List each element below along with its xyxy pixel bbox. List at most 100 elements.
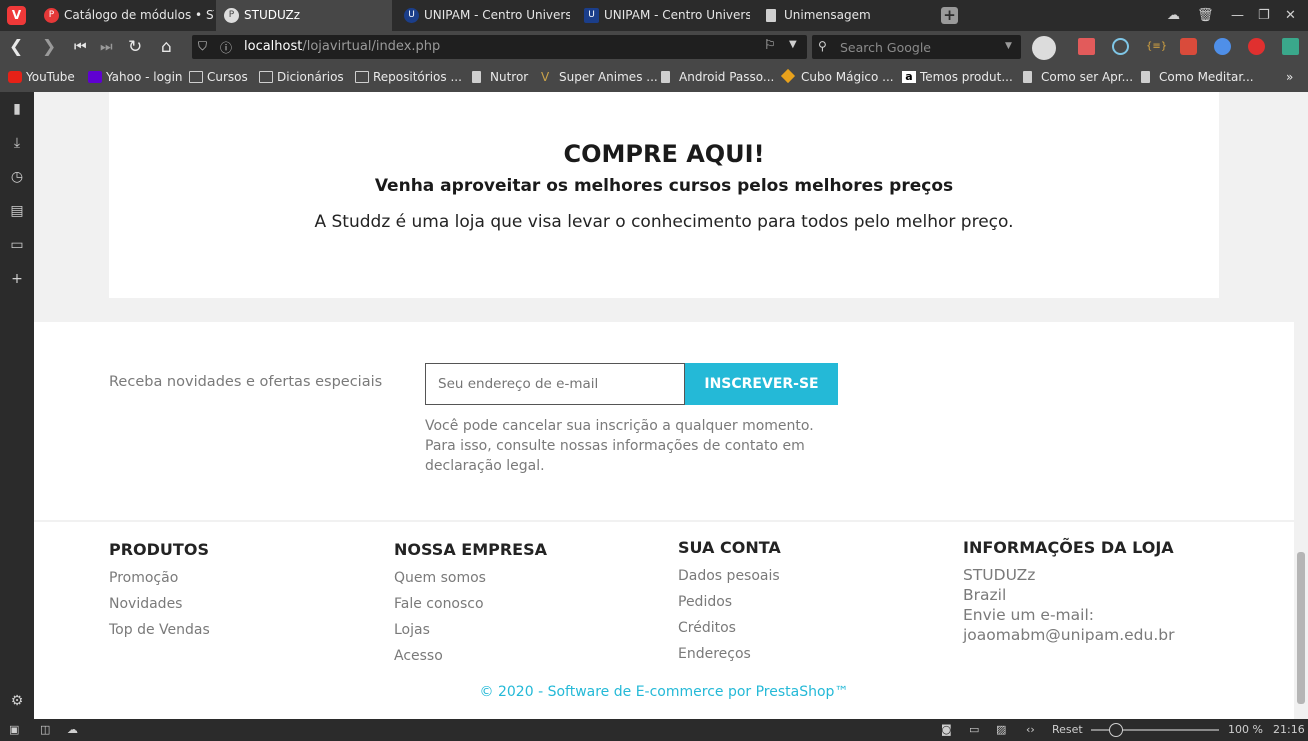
prestashop-favicon-icon: P (44, 8, 59, 23)
footer-link-novidades[interactable]: Novidades (109, 596, 182, 612)
tab-studuzz[interactable]: P STUDUZz (216, 0, 392, 31)
close-window-icon[interactable]: ✕ (1285, 7, 1296, 24)
promo-banner: COMPRE AQUI! Venha aproveitar os melhore… (109, 92, 1219, 298)
store-name: STUDUZz (963, 566, 1036, 584)
footer-heading: PRODUTOS (109, 540, 209, 559)
site-footer: PRODUTOS Promoção Novidades Top de Venda… (34, 522, 1294, 719)
page-icon (1023, 71, 1032, 83)
newsletter-note-line: Você pode cancelar sua inscrição a qualq… (425, 418, 814, 434)
tab-unipam-2[interactable]: U UNIPAM - Centro Universitário (576, 0, 750, 31)
settings-gear-icon[interactable]: ⚙ (9, 693, 25, 709)
chevron-down-icon[interactable]: ▼ (789, 39, 797, 50)
search-field[interactable]: ⚲ Search Google ▼ (812, 35, 1021, 59)
email-field[interactable] (425, 363, 685, 405)
footer-link-lojas[interactable]: Lojas (394, 622, 430, 638)
zoom-slider-handle[interactable] (1109, 723, 1123, 737)
tab-label: Catálogo de módulos • STUDUZz (64, 8, 214, 22)
subscribe-button[interactable]: INSCREVER-SE (685, 363, 838, 405)
sync-cloud-icon[interactable]: ☁ (1167, 7, 1180, 24)
rewind-icon[interactable]: ⏮ (74, 37, 87, 57)
minimize-icon[interactable]: — (1231, 7, 1244, 24)
chrome-extension-icon[interactable] (1214, 38, 1231, 55)
store-country: Brazil (963, 586, 1007, 604)
promo-text: A Studdz é uma loja que visa levar o con… (314, 212, 1014, 232)
address-bar[interactable]: ⛉ ⓘ localhost/lojavirtual/index.php ⚐ ▼ (192, 35, 807, 59)
footer-link-quem-somos[interactable]: Quem somos (394, 570, 486, 586)
bookmark-super-animes[interactable]: V Super Animes ... (541, 69, 658, 86)
home-icon[interactable]: ⌂ (161, 37, 172, 57)
extension-icon[interactable] (1180, 38, 1197, 55)
react-devtools-icon[interactable] (1112, 38, 1129, 55)
profile-avatar-icon[interactable] (1032, 36, 1056, 60)
bookmark-folder-repositorios[interactable]: Repositórios ... (355, 69, 462, 86)
extension-icon[interactable] (1078, 38, 1095, 55)
bookmark-android[interactable]: Android Passo... (661, 69, 774, 86)
forward-icon[interactable]: ❯ (42, 37, 56, 57)
url-text[interactable]: localhost/lojavirtual/index.php (244, 39, 440, 54)
bookmark-youtube[interactable]: YouTube (8, 69, 75, 86)
window-panel-icon[interactable]: ▭ (9, 237, 25, 253)
back-icon[interactable]: ❮ (9, 37, 23, 57)
vivaldi-menu-icon[interactable]: V (7, 6, 26, 25)
chevron-down-icon[interactable]: ▼ (1005, 41, 1012, 51)
scrollbar-thumb[interactable] (1297, 552, 1305, 704)
trash-icon[interactable]: 🗑 (1197, 7, 1214, 24)
tile-tabs-icon[interactable]: ◫ (40, 719, 50, 741)
add-panel-icon[interactable]: + (9, 271, 25, 287)
new-tab-button[interactable]: + (941, 7, 958, 24)
page-favicon-icon (766, 9, 776, 22)
footer-link-creditos[interactable]: Créditos (678, 620, 736, 636)
tab-label: Unimensagem (784, 8, 871, 22)
sync-cloud-icon[interactable]: ☁ (67, 719, 78, 741)
restore-icon[interactable]: ❐ (1258, 7, 1270, 24)
zoom-reset-button[interactable]: Reset (1052, 719, 1083, 741)
reload-icon[interactable]: ↻ (128, 37, 142, 57)
bookmark-como-ser[interactable]: Como ser Apr... (1023, 69, 1133, 86)
footer-link-promocao[interactable]: Promoção (109, 570, 178, 586)
footer-link-acesso[interactable]: Acesso (394, 648, 443, 664)
fast-forward-icon[interactable]: ⏭ (100, 37, 113, 57)
footer-heading: SUA CONTA (678, 538, 781, 557)
json-viewer-icon[interactable]: {≡} (1146, 38, 1167, 55)
code-icon[interactable]: ‹› (1026, 719, 1035, 741)
footer-heading: INFORMAÇÕES DA LOJA (963, 538, 1174, 557)
bookmarks-overflow-icon[interactable]: » (1286, 69, 1293, 86)
window-icon[interactable]: ▭ (969, 719, 979, 741)
store-email[interactable]: joaomabm@unipam.edu.br (963, 626, 1174, 644)
bookmark-yahoo[interactable]: Yahoo - login (88, 69, 183, 86)
bookmark-amazon[interactable]: a Temos produt... (902, 69, 1013, 86)
history-icon[interactable]: ◷ (9, 169, 25, 185)
bookmarks-panel-icon[interactable]: ▮ (9, 101, 25, 117)
bookmark-folder-dicionarios[interactable]: Dicionários (259, 69, 344, 86)
shield-icon[interactable]: ⛉ (198, 39, 207, 54)
bookmark-nutror[interactable]: Nutror (472, 69, 528, 86)
footer-link-dados-pessoais[interactable]: Dados pesoais (678, 568, 780, 584)
footer-link-enderecos[interactable]: Endereços (678, 646, 751, 662)
downloads-icon[interactable]: ⤓ (9, 135, 25, 151)
capture-icon[interactable]: ◙ (941, 719, 952, 741)
bookmark-folder-cursos[interactable]: Cursos (189, 69, 248, 86)
bookmark-como-meditar[interactable]: Como Meditar... (1141, 69, 1254, 86)
tab-catalogo[interactable]: P Catálogo de módulos • STUDUZz (36, 0, 214, 31)
prestashop-favicon-icon: P (224, 8, 239, 23)
tab-unimensagem[interactable]: Unimensagem (756, 0, 930, 31)
unipam-favicon-icon: U (404, 8, 419, 23)
copyright-link[interactable]: © 2020 - Software de E-commerce por Pres… (34, 684, 1294, 700)
image-icon[interactable]: ▨ (996, 719, 1006, 741)
adblock-icon[interactable] (1248, 38, 1265, 55)
extension-icon[interactable] (1282, 38, 1299, 55)
tab-unipam-1[interactable]: U UNIPAM - Centro Universitário (396, 0, 570, 31)
bookmark-page-icon[interactable]: ⚐ (764, 38, 776, 53)
footer-link-pedidos[interactable]: Pedidos (678, 594, 732, 610)
bookmark-cubo-magico[interactable]: Cubo Mágico ... (780, 68, 894, 86)
footer-link-top-vendas[interactable]: Top de Vendas (109, 622, 210, 638)
folder-icon (355, 71, 369, 83)
info-icon[interactable]: ⓘ (220, 39, 232, 56)
youtube-icon (8, 71, 22, 83)
footer-link-fale-conosco[interactable]: Fale conosco (394, 596, 484, 612)
animes-icon: V (541, 70, 550, 84)
folder-icon (189, 71, 203, 83)
tab-bar: V P Catálogo de módulos • STUDUZz P STUD… (0, 0, 1308, 31)
panel-toggle-icon[interactable]: ▣ (9, 719, 19, 741)
notes-icon[interactable]: ▤ (9, 203, 25, 219)
